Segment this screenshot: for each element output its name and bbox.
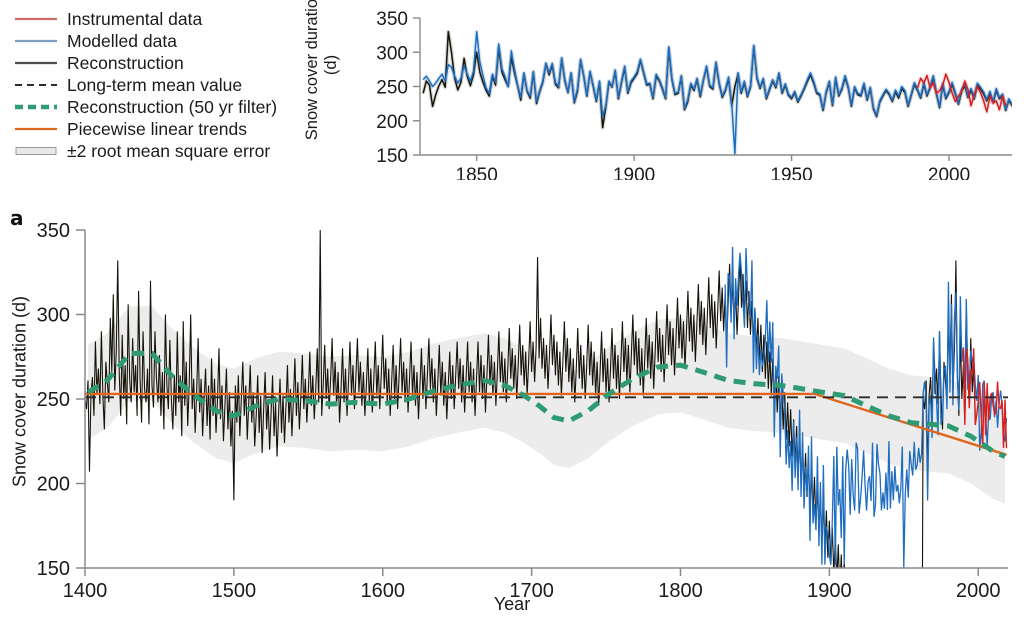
main-chart-panel: a Snow cover duration (d) 150 200 250 300 35… [0, 196, 1024, 615]
main-y-axis-label: Snow cover duration (d) [9, 295, 30, 488]
legend-item: Long-term mean value [14, 74, 304, 96]
inset-chart-panel: Snow cover duration (d) 150 200 250 300 350 1… [303, 0, 1024, 186]
inset-y-axis-label: Snow cover duration (d) [303, 0, 341, 145]
legend-item-label: Long-term mean value [67, 75, 243, 95]
legend-item-label: ±2 root mean square error [67, 141, 271, 161]
inset-y-tick-label: 150 [376, 146, 408, 167]
legend-item-label: Instrumental data [67, 9, 203, 29]
legend-item-label: Reconstruction (50 yr filter) [67, 97, 278, 117]
inset-x-tick-label: 2000 [928, 165, 970, 180]
inset-x-tick-label: 1900 [613, 165, 655, 180]
inset-chart-svg: 150 200 250 300 350 1850 1900 1950 2000 [376, 9, 1012, 186]
legend-item: Piecewise linear trends [14, 118, 304, 140]
main-chart-svg: 1502002503003501400 1500 1600 1700 1800 1900 2… [37, 220, 1008, 602]
inset-y-tick-label: 200 [376, 112, 408, 133]
main-y-tick-label: 150 [37, 558, 70, 580]
inset-y-axis-label-line2: (d) [322, 54, 340, 76]
inset-y-tick-label: 250 [376, 78, 408, 99]
legend-item-label: Modelled data [67, 31, 177, 51]
inset-x-tick-label: 1950 [770, 165, 812, 180]
band-swatch-icon [14, 142, 58, 160]
line-swatch-icon [14, 54, 58, 72]
panel-label-a: a [10, 206, 24, 230]
inset-x-tick-label: 1850 [456, 165, 498, 180]
inset-y-tick-label: 300 [376, 43, 408, 64]
legend-item-label: Piecewise linear trends [67, 119, 247, 139]
legend-item: Modelled data [14, 30, 304, 52]
legend-item: Reconstruction [14, 52, 304, 74]
legend-item: ±2 root mean square error [14, 140, 304, 162]
main-x-axis-label: Year [493, 594, 531, 614]
thick-dashed-line-swatch-icon [14, 98, 58, 116]
rmse-error-band [88, 306, 1005, 504]
legend-item: Reconstruction (50 yr filter) [14, 96, 304, 118]
inset-series-modelled-data [422, 30, 1012, 155]
line-swatch-icon [14, 32, 58, 50]
line-swatch-icon [14, 120, 58, 138]
chart-legend: Instrumental data Modelled data Reconstruc… [14, 8, 304, 162]
dashed-line-swatch-icon [14, 76, 58, 94]
inset-y-tick-label: 350 [376, 9, 408, 30]
legend-item-label: Reconstruction [67, 53, 184, 73]
main-y-tick-label: 200 [37, 474, 70, 496]
main-y-tick-label: 250 [37, 389, 70, 411]
legend-item: Instrumental data [14, 8, 304, 30]
main-y-tick-label: 350 [37, 220, 70, 242]
line-swatch-icon [14, 10, 58, 28]
main-y-tick-label: 300 [37, 305, 70, 327]
inset-y-axis-label-line1: Snow cover duration [303, 0, 321, 141]
